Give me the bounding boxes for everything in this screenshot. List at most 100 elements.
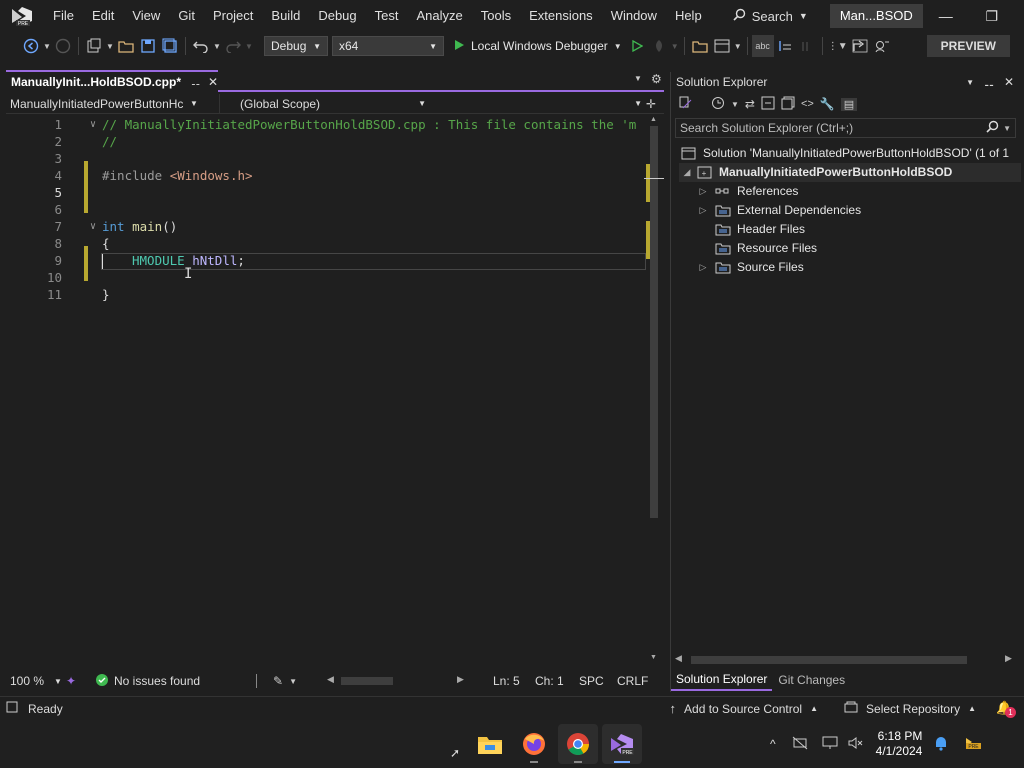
global-scope-dropdown[interactable]: (Global Scope) ▼	[220, 94, 430, 114]
show-all-files-icon[interactable]	[781, 96, 795, 113]
menu-test[interactable]: Test	[366, 0, 408, 32]
preview-selected-icon[interactable]: ▤	[840, 97, 858, 111]
settings-gear-icon[interactable]: ⚙	[651, 72, 662, 86]
open-folder-icon[interactable]	[115, 35, 137, 57]
menu-file[interactable]: File	[44, 0, 83, 32]
tree-project-node[interactable]: ◢ + ManuallyInitiatedPowerButtonHoldBSOD	[679, 163, 1021, 182]
member-dropdown[interactable]: ▼	[430, 94, 646, 114]
scroll-left-icon[interactable]: ◀	[675, 653, 682, 664]
tab-solution-explorer[interactable]: Solution Explorer	[671, 669, 773, 691]
line-position[interactable]: Ln: 5	[493, 674, 535, 688]
tree-header-files-node[interactable]: Header Files	[695, 220, 805, 239]
chevron-down-icon[interactable]: ▼	[1003, 124, 1011, 133]
tree-source-files-node[interactable]: ▷ Source Files	[695, 258, 804, 277]
clock[interactable]: 6:18 PM 4/1/2024	[876, 729, 923, 759]
platform-dropdown[interactable]: x64 ▼	[332, 36, 444, 56]
menu-view[interactable]: View	[123, 0, 169, 32]
notification-bell-icon[interactable]	[934, 735, 948, 754]
cleanup-icon[interactable]: ✎	[273, 674, 283, 688]
whitespace-mode[interactable]: SPC	[579, 674, 609, 688]
chevron-down-icon[interactable]: ▼	[731, 100, 739, 109]
close-icon[interactable]: ✕	[1015, 8, 1024, 25]
file-explorer-icon[interactable]	[470, 724, 510, 764]
split-window-icon[interactable]: ✛	[646, 97, 656, 111]
save-icon[interactable]	[137, 35, 159, 57]
menu-edit[interactable]: Edit	[83, 0, 123, 32]
display-icon[interactable]	[822, 736, 838, 753]
chevron-down-icon[interactable]: ▼	[105, 35, 115, 57]
scroll-down-icon[interactable]: ▼	[650, 654, 657, 661]
scrollbar-thumb[interactable]	[691, 656, 967, 664]
new-project-icon[interactable]	[83, 35, 105, 57]
tree-resource-files-node[interactable]: Resource Files	[695, 239, 817, 258]
back-icon[interactable]	[20, 35, 42, 57]
scroll-right-icon[interactable]: ▶	[457, 674, 464, 685]
fold-collapse-icon[interactable]: ∨	[90, 116, 96, 133]
tab-document-cpp[interactable]: ManuallyInit...HoldBSOD.cpp* ⚋ ✕	[6, 70, 218, 92]
history-icon[interactable]	[711, 96, 725, 113]
menu-tools[interactable]: Tools	[472, 0, 520, 32]
preview-button[interactable]: PREVIEW	[926, 35, 1010, 57]
restore-icon[interactable]: ❐	[969, 8, 1015, 25]
minimize-icon[interactable]: —	[923, 8, 969, 25]
preview-app-icon[interactable]: PRE	[962, 736, 982, 753]
solution-folder-icon[interactable]	[689, 35, 711, 57]
project-scope-dropdown[interactable]: ManuallyInitiatedPowerButtonHc ▼	[6, 93, 220, 114]
menu-git[interactable]: Git	[169, 0, 204, 32]
menu-debug[interactable]: Debug	[309, 0, 365, 32]
scrollbar-thumb[interactable]	[650, 126, 658, 518]
menu-project[interactable]: Project	[204, 0, 262, 32]
collapsed-arrow-icon[interactable]: ▷	[695, 201, 711, 220]
collapsed-arrow-icon[interactable]: ▷	[695, 182, 711, 201]
menu-window[interactable]: Window	[602, 0, 666, 32]
expanded-arrow-icon[interactable]: ◢	[679, 163, 695, 182]
configuration-dropdown[interactable]: Debug ▼	[264, 36, 328, 56]
start-debugging-button[interactable]: Local Windows Debugger ▼	[450, 35, 626, 57]
scrollbar-thumb[interactable]	[340, 677, 393, 685]
chevron-down-icon[interactable]: ▼	[212, 35, 222, 57]
scroll-up-icon[interactable]: ▲	[650, 116, 657, 123]
tree-external-dependencies-node[interactable]: ▷ External Dependencies	[695, 201, 862, 220]
undo-icon[interactable]	[190, 35, 212, 57]
switch-views-icon[interactable]	[679, 96, 693, 113]
notifications-button[interactable]: 🔔 1	[996, 700, 1016, 718]
horizontal-scrollbar[interactable]: ◀ ▶	[327, 674, 467, 688]
se-horizontal-scrollbar[interactable]: ◀ ▶	[675, 653, 1015, 667]
tree-references-node[interactable]: ▷ References	[695, 182, 799, 201]
zoom-dropdown[interactable]: 100 % ▼	[6, 674, 66, 688]
show-hidden-icons-icon[interactable]: ^	[770, 737, 776, 751]
add-to-source-control-button[interactable]: ↑ Add to Source Control ▲	[670, 701, 819, 716]
copilot-icon[interactable]: ✦	[66, 674, 96, 688]
char-position[interactable]: Ch: 1	[535, 674, 579, 688]
pin-icon[interactable]: ⚋	[984, 76, 994, 89]
code-view-icon[interactable]: <>	[801, 98, 814, 110]
menu-extensions[interactable]: Extensions	[520, 0, 602, 32]
toolbar-overflow-icon[interactable]: ⋮▼	[827, 35, 849, 57]
editor-vertical-scrollbar[interactable]: ▲ ▼	[646, 116, 662, 666]
issues-indicator[interactable]: No issues found	[96, 673, 256, 689]
spell-check-icon[interactable]: abc	[751, 35, 774, 57]
layout-icon[interactable]	[711, 35, 733, 57]
tab-git-changes[interactable]: Git Changes	[772, 673, 851, 687]
volume-muted-icon[interactable]	[848, 736, 864, 753]
menu-build[interactable]: Build	[262, 0, 309, 32]
collapse-all-icon[interactable]	[761, 96, 775, 113]
scroll-left-icon[interactable]: ◀	[327, 674, 334, 685]
menu-analyze[interactable]: Analyze	[407, 0, 471, 32]
search-button[interactable]: Search ▼	[725, 4, 816, 28]
pin-icon[interactable]: ⚋	[191, 77, 200, 88]
save-all-icon[interactable]	[159, 35, 181, 57]
fold-collapse-icon[interactable]: ∨	[90, 218, 96, 235]
firefox-icon[interactable]	[514, 724, 554, 764]
chevron-down-icon[interactable]: ▼	[289, 677, 297, 686]
tab-list-dropdown-icon[interactable]: ▼	[634, 74, 642, 83]
solution-name-badge[interactable]: Man...BSOD	[829, 4, 923, 28]
tree-solution-node[interactable]: Solution 'ManuallyInitiatedPowerButtonHo…	[681, 144, 1021, 163]
feedback-icon[interactable]	[871, 35, 893, 57]
collapsed-arrow-icon[interactable]: ▷	[695, 258, 711, 277]
close-icon[interactable]: ✕	[1004, 75, 1014, 89]
network-off-icon[interactable]	[792, 736, 808, 753]
chrome-icon[interactable]	[558, 724, 598, 764]
chevron-down-icon[interactable]: ▼	[966, 78, 974, 87]
sync-icon[interactable]: ⇄	[745, 97, 755, 111]
